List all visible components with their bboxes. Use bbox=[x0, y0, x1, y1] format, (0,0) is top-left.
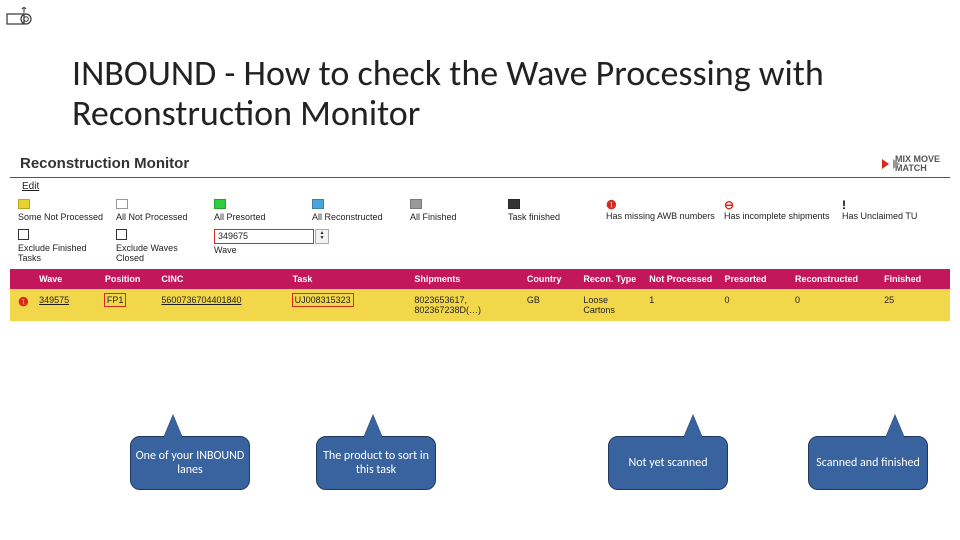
col-reconstructed[interactable]: Reconstructed bbox=[791, 274, 880, 284]
legend-all-finished: All Finished bbox=[410, 199, 500, 223]
col-finished[interactable]: Finished bbox=[880, 274, 946, 284]
wave-label: Wave bbox=[214, 245, 237, 255]
table-row[interactable]: ❶ 349575 FP1 5600736704401840 UJ00831532… bbox=[10, 289, 950, 321]
col-presorted[interactable]: Presorted bbox=[720, 274, 791, 284]
col-recon-type[interactable]: Recon. Type bbox=[579, 274, 645, 284]
projector-icon bbox=[6, 6, 32, 31]
stepper-icon[interactable]: ▲▼ bbox=[315, 229, 329, 244]
cell-position: FP1 bbox=[101, 295, 158, 305]
legend-incomplete: ⊖Has incomplete shipments bbox=[724, 199, 834, 223]
col-country[interactable]: Country bbox=[523, 274, 580, 284]
filter-exclude-closed[interactable]: Exclude Waves Closed bbox=[116, 229, 206, 263]
app-name: Reconstruction Monitor bbox=[20, 155, 189, 172]
wave-value: 349675 bbox=[218, 232, 248, 241]
cell-country: GB bbox=[523, 295, 580, 305]
legend-all-presorted: All Presorted bbox=[214, 199, 304, 223]
slide-title: INBOUND - How to check the Wave Processi… bbox=[72, 54, 920, 133]
col-shipments[interactable]: Shipments bbox=[410, 274, 523, 284]
legend-all-not-processed: All Not Processed bbox=[116, 199, 206, 223]
cell-finished: 25 bbox=[880, 295, 946, 305]
legend-all-reconstructed: All Reconstructed bbox=[312, 199, 402, 223]
cell-wave[interactable]: 349575 bbox=[35, 295, 101, 305]
col-cinc[interactable]: CINC bbox=[157, 274, 288, 284]
brand-text: MIX MOVEMATCH bbox=[895, 155, 940, 171]
filter-row: Exclude Finished Tasks Exclude Waves Clo… bbox=[10, 227, 950, 269]
table-header: Wave Position CINC Task Shipments Countr… bbox=[10, 269, 950, 289]
app-screenshot: Reconstruction Monitor MIX MOVEMATCH Edi… bbox=[10, 150, 950, 321]
cell-recon-type: Loose Cartons bbox=[579, 295, 645, 315]
brand: MIX MOVEMATCH bbox=[882, 155, 940, 171]
callout-not-scanned: Not yet scanned bbox=[608, 436, 728, 490]
filter-wave: 349675 ▲▼ Wave bbox=[214, 229, 344, 263]
menu-edit[interactable]: Edit bbox=[10, 178, 950, 195]
cell-cinc[interactable]: 5600736704401840 bbox=[157, 295, 288, 305]
callout-inbound-lanes: One of your INBOUND lanes bbox=[130, 436, 250, 490]
checkbox-icon[interactable] bbox=[116, 229, 127, 240]
col-position[interactable]: Position bbox=[101, 274, 158, 284]
filter-exclude-finished[interactable]: Exclude Finished Tasks bbox=[18, 229, 108, 263]
col-task[interactable]: Task bbox=[289, 274, 411, 284]
brand-logo-icon bbox=[882, 159, 889, 169]
row-warning-icon: ❶ bbox=[18, 295, 29, 309]
wave-selector[interactable]: 349675 ▲▼ bbox=[214, 229, 314, 244]
legend-unclaimed-tu: !Has Unclaimed TU bbox=[842, 199, 932, 223]
callout-finished: Scanned and finished bbox=[808, 436, 928, 490]
app-titlebar: Reconstruction Monitor MIX MOVEMATCH bbox=[10, 150, 950, 178]
results-table: Wave Position CINC Task Shipments Countr… bbox=[10, 269, 950, 321]
cell-task[interactable]: UJ008315323 bbox=[289, 295, 411, 305]
checkbox-icon[interactable] bbox=[18, 229, 29, 240]
cell-not-processed: 1 bbox=[645, 295, 720, 305]
col-wave[interactable]: Wave bbox=[35, 274, 101, 284]
col-not-processed[interactable]: Not Processed bbox=[645, 274, 720, 284]
legend-missing-awb: ❶Has missing AWB numbers bbox=[606, 199, 716, 223]
legend-row: Some Not Processed All Not Processed All… bbox=[10, 195, 950, 227]
legend-some-not-processed: Some Not Processed bbox=[18, 199, 108, 223]
callout-product: The product to sort in this task bbox=[316, 436, 436, 490]
cell-presorted: 0 bbox=[720, 295, 791, 305]
cell-shipments: 8023653617, 802367238D(…) bbox=[410, 295, 523, 315]
legend-task-finished: Task finished bbox=[508, 199, 598, 223]
cell-reconstructed: 0 bbox=[791, 295, 880, 305]
